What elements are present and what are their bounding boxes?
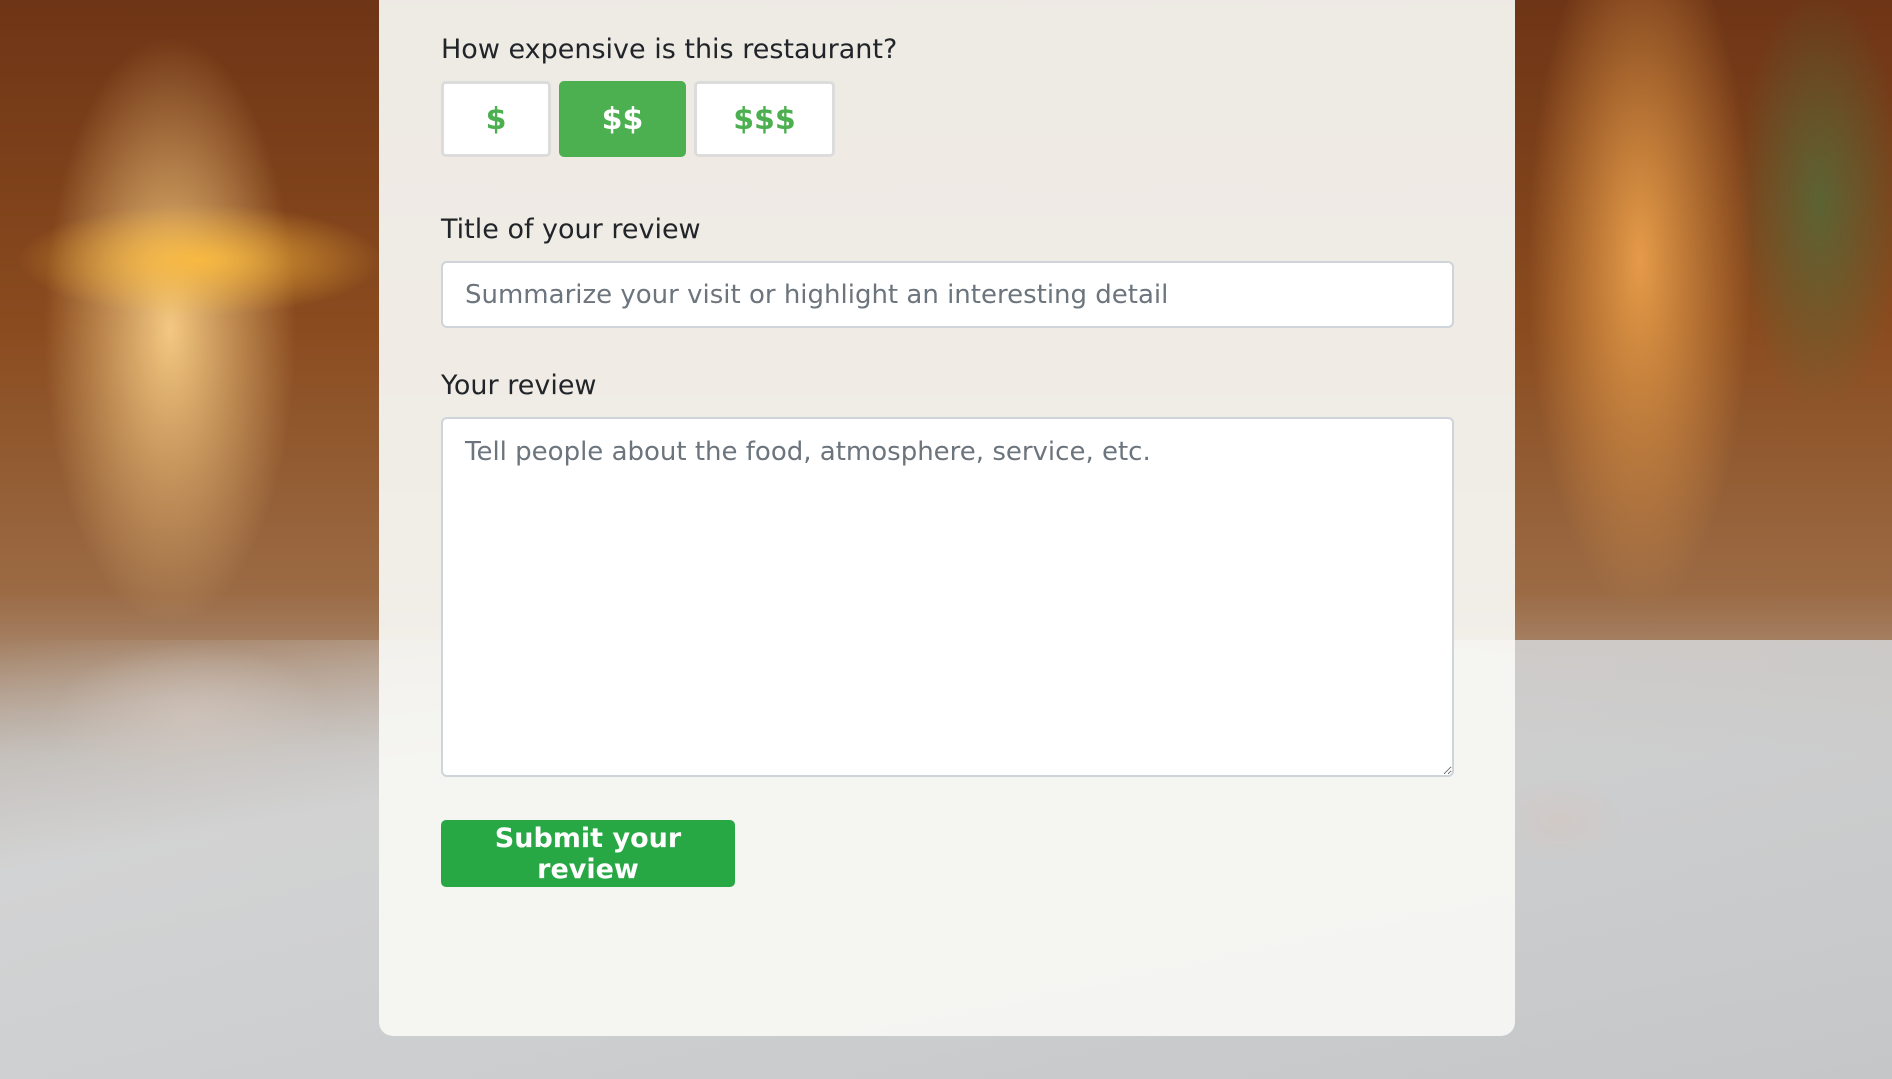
review-title-input[interactable] — [441, 261, 1454, 328]
price-level-selector: $ $$ $$$ — [441, 81, 835, 157]
submit-review-button[interactable]: Submit your review — [441, 820, 735, 887]
review-body-label: Your review — [441, 370, 597, 401]
price-question-label: How expensive is this restaurant? — [441, 34, 898, 65]
price-option-1[interactable]: $ — [441, 81, 551, 157]
review-body-textarea[interactable] — [441, 417, 1454, 777]
review-title-label: Title of your review — [441, 214, 701, 245]
price-option-2[interactable]: $$ — [559, 81, 686, 157]
price-option-3[interactable]: $$$ — [694, 81, 835, 157]
